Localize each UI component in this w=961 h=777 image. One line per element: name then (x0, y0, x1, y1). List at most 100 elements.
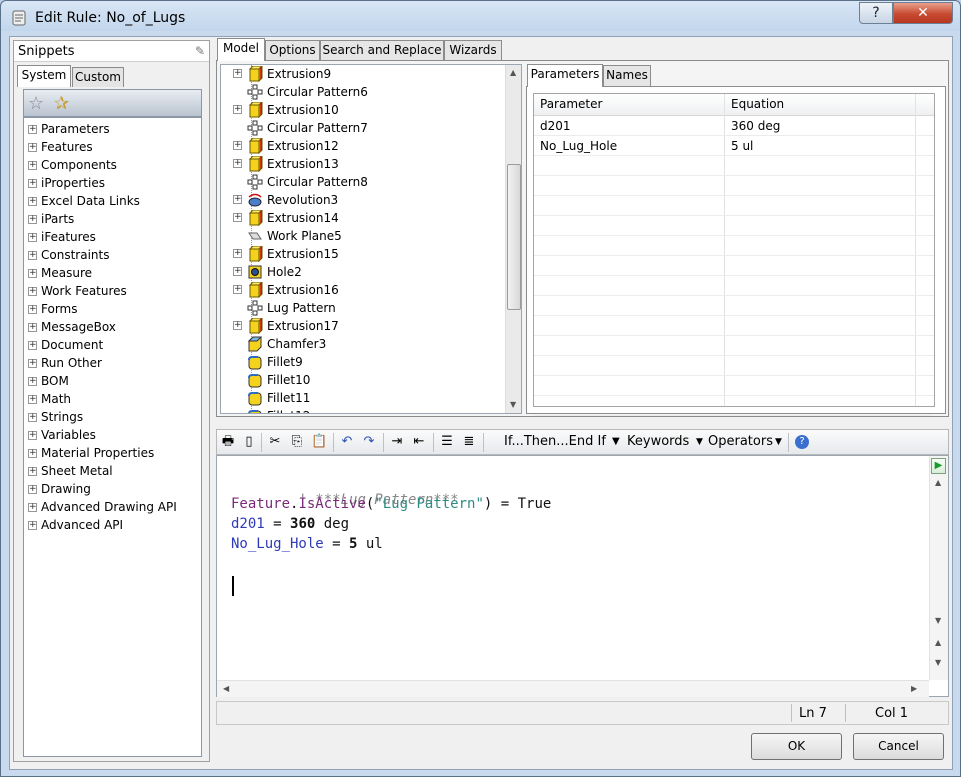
chevron-down-icon[interactable]: ▼ (612, 434, 620, 450)
code-line[interactable]: d201 = 360 deg (231, 516, 349, 532)
tab-model[interactable]: Model (217, 38, 265, 61)
expand-plus-icon[interactable]: + (233, 321, 242, 330)
chevron-down-icon[interactable]: ▼ (775, 434, 782, 450)
snippet-category[interactable]: + iProperties (28, 174, 105, 192)
ok-button[interactable]: OK (751, 733, 842, 760)
close-button[interactable]: ✕ (893, 2, 953, 24)
expand-plus-icon[interactable]: + (28, 287, 37, 296)
expand-plus-icon[interactable]: + (233, 195, 242, 204)
snippet-category[interactable]: + Parameters (28, 120, 110, 138)
expand-plus-icon[interactable]: + (28, 233, 37, 242)
scroll-up-arrow-icon[interactable]: ▲ (935, 478, 941, 487)
operators-dropdown[interactable]: Operators (708, 434, 773, 450)
scroll-right-arrow-icon[interactable]: ▶ (911, 684, 917, 693)
model-tree-scrollbar[interactable]: ▲ ▼ (505, 65, 521, 413)
comment-icon[interactable]: ☰ (439, 434, 455, 450)
redo-icon[interactable]: ↷ (361, 434, 377, 450)
expand-plus-icon[interactable]: + (28, 269, 37, 278)
copy-icon[interactable]: ⎘ (289, 434, 305, 450)
snippet-category[interactable]: + Sheet Metal (28, 462, 113, 480)
snippet-category[interactable]: + Run Other (28, 354, 102, 372)
scroll-down-arrow-icon[interactable]: ▼ (935, 616, 941, 625)
expand-plus-icon[interactable]: + (28, 359, 37, 368)
expand-plus-icon[interactable]: + (28, 305, 37, 314)
snippet-category[interactable]: + Forms (28, 300, 77, 318)
if-then-end-if-button[interactable]: If...Then...End If (504, 434, 606, 450)
cut-icon[interactable]: ✂ (267, 434, 283, 450)
scroll-thumb[interactable] (507, 164, 521, 310)
snippet-category[interactable]: + MessageBox (28, 318, 116, 336)
snippet-category[interactable]: + BOM (28, 372, 69, 390)
uncomment-icon[interactable]: ≣ (461, 434, 477, 450)
model-tree[interactable]: + Extrusion9 Circular Pattern6 + Extrusion10… (220, 64, 522, 414)
expand-plus-icon[interactable]: + (28, 179, 37, 188)
indent-icon[interactable]: ⇥ (389, 434, 405, 450)
scroll-left-arrow-icon[interactable]: ◀ (223, 684, 229, 693)
expand-plus-icon[interactable]: + (233, 213, 242, 222)
expand-plus-icon[interactable]: + (28, 251, 37, 260)
scroll-bottom-arrow-icon[interactable]: ▼ (935, 658, 941, 667)
edit-snippet-star-icon[interactable]: ✰ (54, 93, 69, 114)
pin-icon[interactable]: ✎ (195, 44, 205, 58)
parameter-name-cell[interactable]: No_Lug_Hole (534, 136, 724, 156)
scroll-up-arrow-icon[interactable]: ▲ (510, 68, 516, 77)
tab-options[interactable]: Options (265, 40, 320, 61)
snippet-category[interactable]: + Work Features (28, 282, 127, 300)
help-button[interactable]: ? (859, 2, 893, 24)
code-line[interactable]: No_Lug_Hole = 5 ul (231, 536, 383, 552)
expand-plus-icon[interactable]: + (28, 467, 37, 476)
expand-plus-icon[interactable]: + (28, 341, 37, 350)
snippet-category[interactable]: + iParts (28, 210, 74, 228)
expand-plus-icon[interactable]: + (28, 197, 37, 206)
expand-plus-icon[interactable]: + (28, 323, 37, 332)
expand-plus-icon[interactable]: + (28, 125, 37, 134)
scroll-down-arrow-icon[interactable]: ▼ (510, 400, 516, 409)
tab-custom[interactable]: Custom (72, 67, 124, 87)
expand-plus-icon[interactable]: + (28, 377, 37, 386)
snippet-category[interactable]: + Document (28, 336, 103, 354)
editor-vertical-scrollbar[interactable]: ▶ ▲ ▼ ▲ ▼ (929, 456, 948, 680)
print-icon[interactable]: 🖶 (220, 434, 236, 450)
tab-parameters[interactable]: Parameters (527, 64, 603, 87)
tab-names[interactable]: Names (603, 65, 651, 86)
expand-plus-icon[interactable]: + (28, 521, 37, 530)
tab-wizards[interactable]: Wizards (444, 40, 502, 61)
expand-plus-icon[interactable]: + (28, 485, 37, 494)
expand-plus-icon[interactable]: + (233, 141, 242, 150)
expand-plus-icon[interactable]: + (28, 431, 37, 440)
expand-plus-icon[interactable]: + (233, 267, 242, 276)
snippet-category[interactable]: + Strings (28, 408, 83, 426)
add-snippet-star-icon[interactable]: ☆ (28, 93, 44, 114)
chevron-down-icon[interactable]: ▼ (696, 434, 703, 450)
code-line[interactable]: Feature.IsActive("Lug Pattern") = True (231, 496, 551, 512)
editor-horizontal-scrollbar[interactable]: ◀ ▶ (217, 680, 929, 697)
cancel-button[interactable]: Cancel (853, 733, 944, 760)
snippet-category[interactable]: + Math (28, 390, 71, 408)
expand-plus-icon[interactable]: + (233, 105, 242, 114)
expand-plus-icon[interactable]: + (28, 449, 37, 458)
expand-plus-icon[interactable]: + (233, 69, 242, 78)
expand-plus-icon[interactable]: + (233, 159, 242, 168)
parameter-equation-cell[interactable]: 360 deg (725, 116, 915, 136)
snippet-category[interactable]: + Components (28, 156, 117, 174)
column-header-equation[interactable]: Equation (725, 94, 915, 114)
parameter-name-cell[interactable]: d201 (534, 116, 724, 136)
snippet-category[interactable]: + Advanced API (28, 516, 123, 534)
code-editor[interactable]: ' ***Lug Pattern*** Feature.IsActive("Lu… (216, 455, 949, 697)
snippets-tree[interactable]: + Parameters + Features + Components + iPropert… (23, 117, 202, 757)
snippet-category[interactable]: + iFeatures (28, 228, 96, 246)
snippet-category[interactable]: + Excel Data Links (28, 192, 140, 210)
parameters-grid[interactable]: Parameter Equation d201 360 deg No_Lug_Hol… (533, 93, 935, 416)
expand-plus-icon[interactable]: + (233, 249, 242, 258)
expand-plus-icon[interactable]: + (28, 143, 37, 152)
print-preview-icon[interactable]: ▯ (241, 434, 257, 450)
paste-icon[interactable]: 📋 (311, 434, 327, 450)
expand-plus-icon[interactable]: + (233, 285, 242, 294)
snippet-category[interactable]: + Material Properties (28, 444, 154, 462)
help-icon[interactable]: ? (795, 435, 809, 449)
expand-plus-icon[interactable]: + (28, 413, 37, 422)
tab-system[interactable]: System (17, 65, 71, 87)
expand-plus-icon[interactable]: + (28, 215, 37, 224)
undo-icon[interactable]: ↶ (339, 434, 355, 450)
outdent-icon[interactable]: ⇤ (411, 434, 427, 450)
